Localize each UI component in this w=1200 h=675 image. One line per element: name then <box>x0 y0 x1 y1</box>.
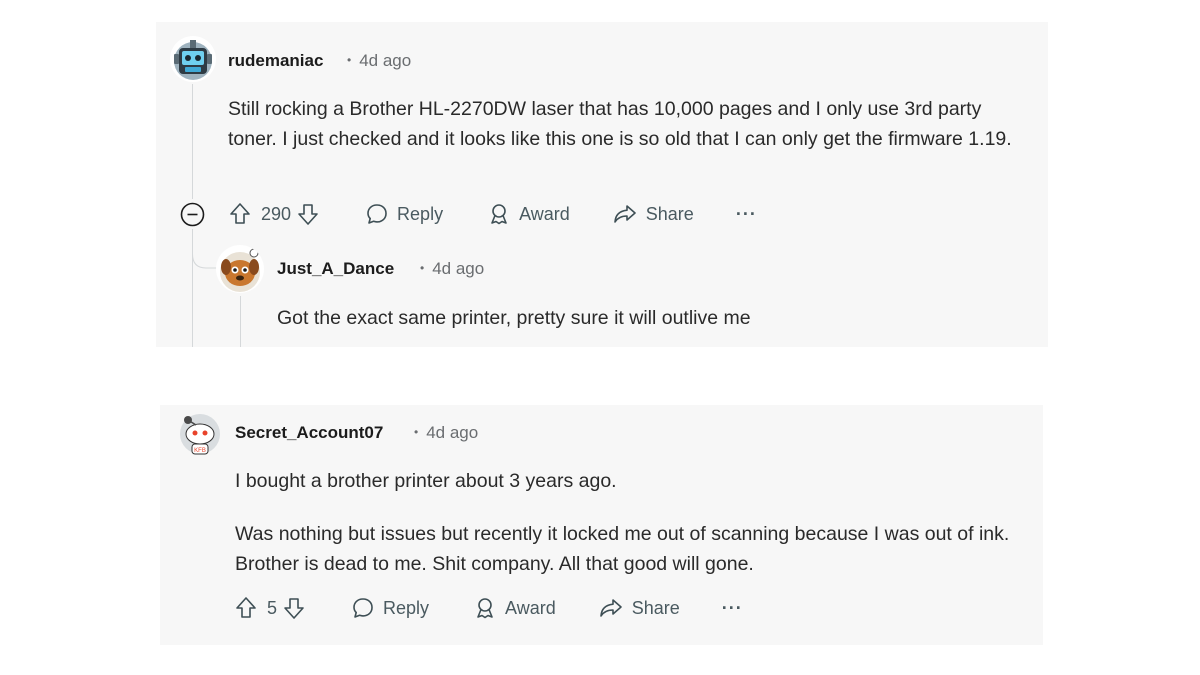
reply-username[interactable]: Just_A_Dance <box>277 259 394 279</box>
separator-dot: • <box>347 53 352 67</box>
comment-actions: 5 Reply Award Share ··· <box>235 595 743 621</box>
timestamp-text: 4d ago <box>426 423 479 442</box>
award-icon <box>491 204 507 225</box>
downvote-button[interactable] <box>297 202 319 226</box>
collapse-icon <box>180 202 205 227</box>
avatar[interactable]: KFB <box>176 408 224 456</box>
separator-dot: • <box>420 261 425 275</box>
upvote-button[interactable] <box>229 202 251 226</box>
award-label: Award <box>519 203 570 224</box>
reply-thread-line[interactable] <box>240 296 241 347</box>
share-icon <box>613 205 636 223</box>
upvote-icon <box>230 203 250 224</box>
more-options-button[interactable]: ··· <box>736 204 757 225</box>
timestamp-text: 4d ago <box>359 51 412 70</box>
comment-icon <box>353 598 373 618</box>
award-button[interactable]: Award <box>473 596 556 620</box>
thread-line[interactable] <box>192 84 193 199</box>
avatar[interactable] <box>216 245 264 293</box>
share-button[interactable]: Share <box>612 202 694 226</box>
upvote-button[interactable] <box>235 596 257 620</box>
award-label: Award <box>505 597 556 618</box>
comment-paragraph: I bought a brother printer about 3 years… <box>235 470 617 492</box>
collapse-button[interactable] <box>180 202 205 227</box>
downvote-icon <box>298 204 318 225</box>
comment-timestamp: • 4d ago <box>347 51 411 71</box>
svg-text:KFB: KFB <box>194 448 206 454</box>
share-icon <box>599 599 622 617</box>
comment-body: I bought a brother printer about 3 years… <box>235 466 1025 579</box>
more-options-icon: ··· <box>721 597 743 618</box>
downvote-icon <box>284 598 304 619</box>
award-button[interactable]: Award <box>487 202 570 226</box>
comment-timestamp: • 4d ago <box>414 423 478 443</box>
comment-username[interactable]: Secret_Account07 <box>235 423 383 443</box>
reply-button[interactable]: Reply <box>365 202 443 226</box>
reply-body-text: Got the exact same printer, pretty sure … <box>277 307 751 329</box>
comment-body-text: Still rocking a Brother HL-2270DW laser … <box>228 98 1012 150</box>
comment-actions: 290 Reply Award Share ··· <box>229 201 757 227</box>
snoo-avatar-icon: KFB <box>176 408 224 456</box>
comment-paragraph: Was nothing but issues but recently it l… <box>235 523 1010 575</box>
vote-count: 290 <box>261 203 292 224</box>
award-icon <box>477 598 493 619</box>
separator-dot: • <box>414 425 419 439</box>
reply-body: Got the exact same printer, pretty sure … <box>277 303 1017 333</box>
robot-avatar-icon <box>170 36 216 82</box>
reply-button[interactable]: Reply <box>351 596 429 620</box>
avatar[interactable] <box>170 36 216 82</box>
comment-username[interactable]: rudemaniac <box>228 51 323 71</box>
reply-label: Reply <box>397 203 444 224</box>
vote-count: 5 <box>267 597 278 618</box>
timestamp-text: 4d ago <box>432 259 485 278</box>
reply-timestamp: • 4d ago <box>420 259 484 279</box>
more-options-button[interactable]: ··· <box>722 598 743 619</box>
downvote-button[interactable] <box>283 596 305 620</box>
share-button[interactable]: Share <box>598 596 680 620</box>
upvote-icon <box>236 597 256 618</box>
share-label: Share <box>645 203 694 224</box>
comment-icon <box>367 204 387 224</box>
comment-body: Still rocking a Brother HL-2270DW laser … <box>228 94 1033 154</box>
share-label: Share <box>631 597 680 618</box>
dog-avatar-icon <box>216 245 264 293</box>
reply-label: Reply <box>383 597 430 618</box>
more-options-icon: ··· <box>735 203 757 224</box>
